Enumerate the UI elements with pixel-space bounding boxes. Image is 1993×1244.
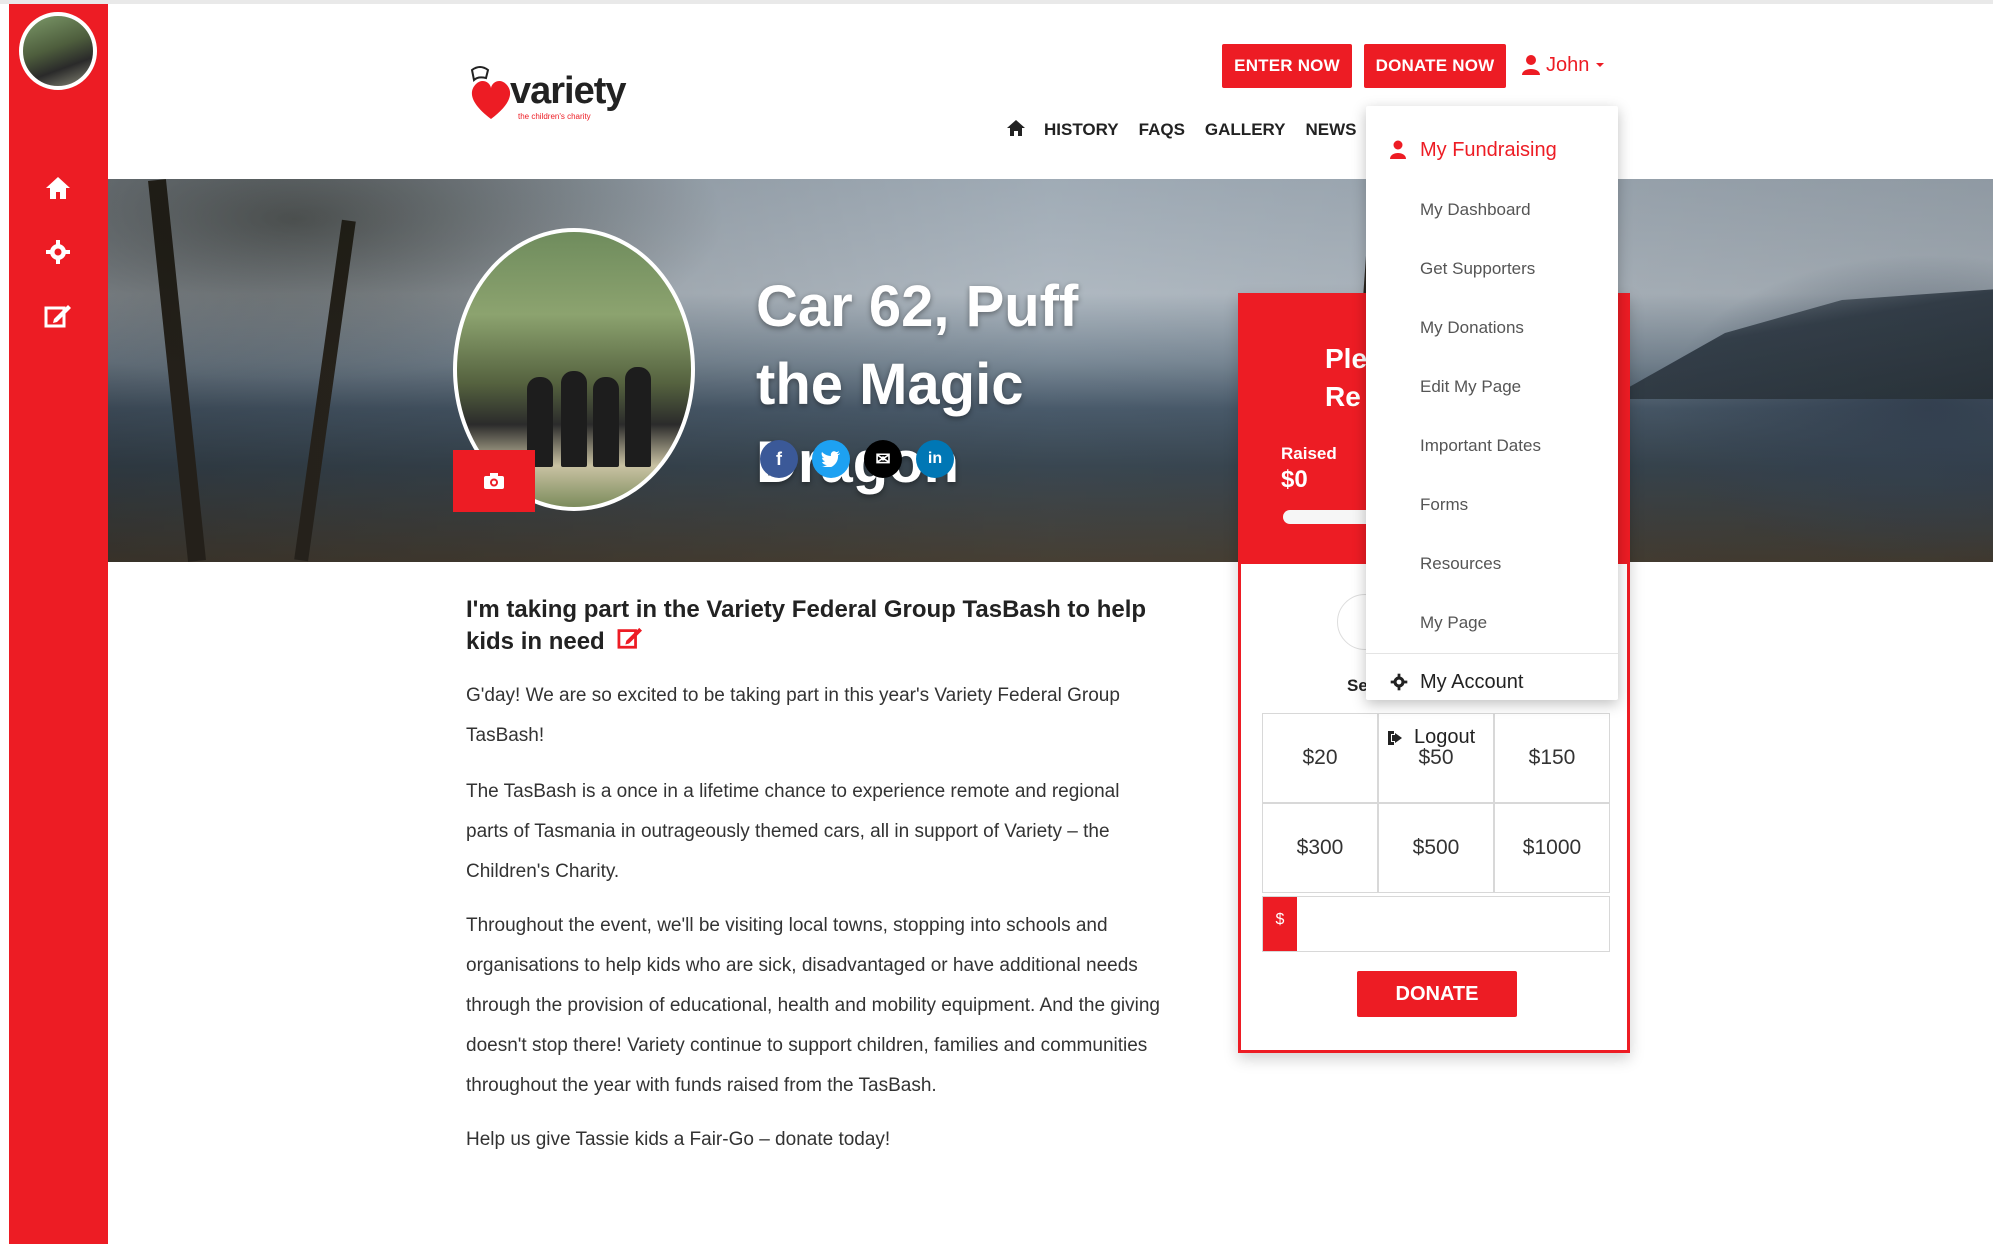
paragraph-cta: Help us give Tassie kids a Fair-Go – don…: [466, 1129, 891, 1150]
donation-card-heading: Ple Re: [1325, 340, 1367, 416]
menu-item-forms[interactable]: Forms: [1366, 487, 1618, 523]
menu-item-label: My Page: [1420, 613, 1488, 632]
menu-item-label: Forms: [1420, 495, 1469, 514]
nav-gallery[interactable]: GALLERY: [1205, 120, 1286, 140]
menu-item-edit-my-page[interactable]: Edit My Page: [1366, 369, 1618, 405]
amount-option-20[interactable]: $20: [1262, 713, 1378, 803]
menu-item-label: Edit My Page: [1420, 377, 1522, 396]
menu-item-resources[interactable]: Resources: [1366, 546, 1618, 582]
logo-text: variety: [510, 70, 627, 112]
nav-home-icon[interactable]: [1006, 119, 1026, 142]
main-nav: HISTORY FAQS GALLERY NEWS LE: [1006, 116, 1418, 144]
caret-down-icon: [1596, 63, 1605, 67]
user-menu[interactable]: John: [1522, 48, 1605, 82]
paragraph-event: Throughout the event, we'll be visiting …: [466, 915, 1160, 1096]
logout-link[interactable]: Logout: [1386, 726, 1475, 749]
facebook-icon[interactable]: f: [760, 440, 798, 478]
paragraph-about: The TasBash is a once in a lifetime chan…: [466, 781, 1120, 882]
nav-history[interactable]: HISTORY: [1044, 120, 1119, 140]
email-icon[interactable]: ✉: [864, 440, 902, 478]
logo-tagline: the children's charity: [518, 112, 591, 121]
custom-amount-input[interactable]: [1297, 897, 1609, 951]
gear-icon: [1390, 673, 1408, 691]
user-icon: [1522, 55, 1540, 75]
menu-item-label: Important Dates: [1420, 436, 1541, 455]
article-heading-text: I'm taking part in the Variety Federal G…: [466, 596, 1147, 655]
left-sidebar: [9, 4, 108, 1244]
amount-option-500[interactable]: $500: [1378, 803, 1494, 893]
menu-item-label: My Dashboard: [1420, 200, 1531, 219]
social-share: f ✉ in: [760, 440, 954, 478]
edit-icon[interactable]: [617, 626, 643, 659]
menu-item-get-supporters[interactable]: Get Supporters: [1366, 251, 1618, 287]
nav-faqs[interactable]: FAQS: [1139, 120, 1185, 140]
twitter-icon[interactable]: [812, 440, 850, 478]
menu-item-label: My Fundraising: [1420, 138, 1557, 161]
logout-label: Logout: [1414, 726, 1476, 748]
gear-icon[interactable]: [40, 234, 76, 270]
menu-item-label: Get Supporters: [1420, 259, 1536, 278]
home-icon[interactable]: [40, 170, 76, 206]
heading-line-1: Ple: [1325, 343, 1368, 374]
user-dropdown-menu: My Fundraising My Dashboard Get Supporte…: [1366, 106, 1618, 700]
custom-amount-row: $: [1262, 896, 1610, 952]
enter-now-button[interactable]: ENTER NOW: [1222, 44, 1352, 88]
menu-item-label: My Donations: [1420, 318, 1524, 337]
raised-value: $0: [1281, 466, 1308, 493]
currency-prefix: $: [1263, 897, 1297, 951]
menu-item-label: Resources: [1420, 554, 1502, 573]
menu-item-label: My Account: [1420, 670, 1524, 693]
menu-item-my-dashboard[interactable]: My Dashboard: [1366, 192, 1618, 228]
menu-item-my-donations[interactable]: My Donations: [1366, 310, 1618, 346]
donate-button[interactable]: DONATE: [1357, 971, 1517, 1017]
linkedin-icon[interactable]: in: [916, 440, 954, 478]
camera-button[interactable]: [453, 450, 535, 512]
variety-logo[interactable]: variety the children's charity: [466, 62, 627, 128]
menu-item-my-account[interactable]: My Account: [1366, 664, 1618, 700]
select-amount-label: Se: [1347, 676, 1368, 695]
menu-item-my-fundraising[interactable]: My Fundraising: [1366, 132, 1618, 168]
camera-icon: [484, 473, 504, 489]
menu-item-my-page[interactable]: My Page: [1366, 605, 1618, 641]
nav-news[interactable]: NEWS: [1306, 120, 1357, 140]
menu-divider: [1366, 653, 1618, 654]
paragraph-intro: G'day! We are so excited to be taking pa…: [466, 685, 1120, 746]
top-border: [0, 0, 1993, 4]
heart-logo-icon: [470, 66, 511, 119]
heading-line-2: Re: [1325, 381, 1361, 412]
sign-out-icon: [1388, 730, 1402, 745]
user-name: John: [1546, 53, 1590, 76]
amount-option-1000[interactable]: $1000: [1494, 803, 1610, 893]
menu-item-important-dates[interactable]: Important Dates: [1366, 428, 1618, 464]
edit-icon[interactable]: [40, 298, 76, 334]
avatar[interactable]: [19, 12, 97, 90]
donate-now-button[interactable]: DONATE NOW: [1364, 44, 1506, 88]
amount-option-150[interactable]: $150: [1494, 713, 1610, 803]
amount-option-300[interactable]: $300: [1262, 803, 1378, 893]
user-icon: [1390, 140, 1406, 159]
article-heading: I'm taking part in the Variety Federal G…: [466, 594, 1166, 659]
raised-label: Raised: [1281, 444, 1337, 463]
